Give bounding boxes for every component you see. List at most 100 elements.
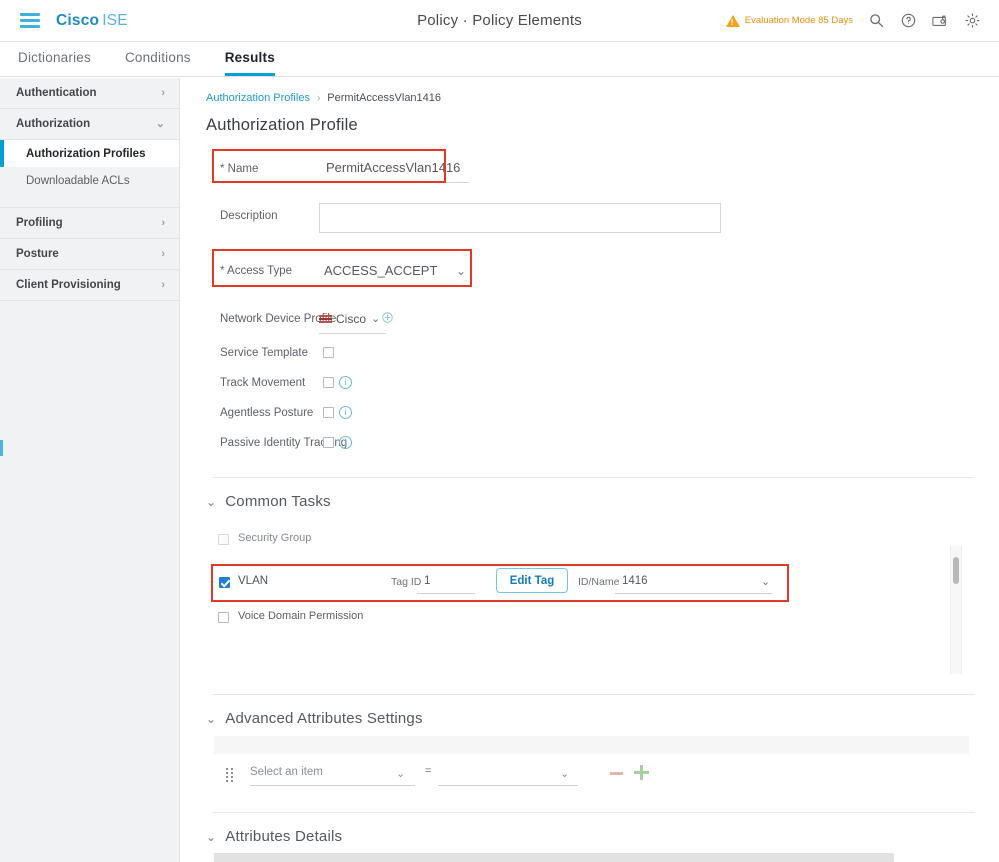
sidebar-item-authentication[interactable]: Authentication › [0, 78, 179, 109]
service-template-checkbox[interactable] [323, 347, 334, 358]
chevron-down-icon: ⌄ [206, 829, 217, 844]
advanced-attributes-title: Advanced Attributes Settings [225, 710, 423, 727]
page-title: Authorization Profile [206, 116, 358, 134]
security-group-checkbox[interactable] [218, 534, 229, 545]
breadcrumb-current: PermitAccessVlan1416 [327, 92, 442, 104]
name-label: * Name [220, 163, 259, 175]
chevron-right-icon: › [161, 86, 165, 99]
minus-icon[interactable] [610, 772, 623, 775]
name-field-row: * Name [206, 149, 999, 185]
id-name-label: ID/Name [578, 576, 620, 588]
access-type-label: * Access Type [220, 265, 293, 277]
brand-logo[interactable]: Cisco ISE [56, 12, 128, 30]
advanced-attribute-row: Select an item ⌄ = ⌄ [206, 762, 999, 796]
vlan-row: VLAN Tag ID Edit Tag ID/Name ⌄ [206, 564, 999, 604]
attribute-select-placeholder[interactable]: Select an item [250, 766, 323, 778]
advanced-attributes-header-bar [214, 736, 969, 754]
network-device-profile-underline [319, 333, 386, 334]
tag-id-input[interactable] [422, 574, 464, 588]
divider [212, 694, 975, 695]
evaluation-mode-text: Evaluation Mode 85 Days [744, 15, 853, 26]
description-textarea[interactable] [319, 203, 721, 233]
chevron-down-icon[interactable]: ⌄ [560, 767, 569, 780]
chevron-right-icon: › [161, 247, 165, 260]
service-template-label: Service Template [220, 347, 308, 359]
sidebar-item-authorization[interactable]: Authorization ⌄ [0, 109, 179, 140]
drag-handle-icon[interactable] [226, 768, 234, 782]
sidebar-item-label: Client Provisioning [16, 279, 121, 291]
evaluation-mode-badge[interactable]: Evaluation Mode 85 Days [725, 14, 853, 27]
sidebar-item-authorization-profiles[interactable]: Authorization Profiles [0, 140, 179, 167]
help-icon[interactable] [899, 12, 917, 30]
tab-conditions[interactable]: Conditions [125, 50, 191, 76]
cisco-device-icon [319, 315, 332, 323]
chevron-down-icon: ⌄ [155, 117, 165, 130]
attributes-details-header[interactable]: ⌄ Attributes Details [206, 828, 999, 845]
sidebar-item-label: Authorization [16, 118, 91, 130]
passive-identity-tracking-checkbox[interactable] [323, 437, 334, 448]
add-circle-icon[interactable] [382, 312, 393, 323]
name-input-underline [319, 182, 469, 183]
attributes-details-panel: Access Type = ACCESS_ACCEPT Tunnel-Priva… [214, 853, 894, 862]
vlan-checkbox[interactable] [219, 577, 230, 588]
agentless-posture-checkbox[interactable] [323, 407, 334, 418]
info-icon[interactable]: i [339, 406, 352, 419]
gear-icon[interactable] [963, 12, 981, 30]
chevron-down-icon[interactable]: ⌄ [761, 575, 770, 588]
tab-results[interactable]: Results [224, 50, 275, 76]
brand-ise-text: ISE [102, 11, 128, 29]
name-input[interactable] [324, 159, 469, 176]
network-device-profile-row: Network Device Profile Cisco ⌄ [206, 309, 999, 335]
plus-icon[interactable] [634, 765, 649, 780]
chevron-right-icon: › [316, 92, 321, 104]
tab-dictionaries[interactable]: Dictionaries [18, 50, 91, 76]
voice-domain-permission-checkbox[interactable] [218, 612, 229, 623]
track-movement-row: Track Movement i [206, 374, 999, 395]
description-label: Description [220, 210, 278, 222]
sidebar-spacer [0, 194, 179, 208]
attribute-value-underline [438, 785, 578, 786]
access-type-value[interactable]: ACCESS_ACCEPT [324, 263, 437, 278]
chevron-down-icon: ⌄ [206, 711, 217, 726]
sidebar-item-client-provisioning[interactable]: Client Provisioning › [0, 270, 179, 301]
security-group-label: Security Group [238, 532, 312, 544]
id-name-underline [615, 593, 772, 594]
chevron-down-icon[interactable]: ⌄ [396, 767, 405, 780]
agentless-posture-row: Agentless Posture i [206, 404, 999, 425]
network-device-profile-value[interactable]: Cisco [336, 312, 366, 326]
advanced-attributes-header[interactable]: ⌄ Advanced Attributes Settings [206, 710, 999, 727]
top-bar-actions: Evaluation Mode 85 Days [725, 12, 981, 30]
id-name-input[interactable] [620, 574, 740, 588]
chevron-right-icon: › [161, 216, 165, 229]
access-type-row: * Access Type ACCESS_ACCEPT ⌄ [206, 249, 999, 287]
breadcrumb-link-authorization-profiles[interactable]: Authorization Profiles [206, 92, 310, 104]
main-content: Authorization Profiles › PermitAccessVla… [180, 78, 999, 862]
voice-domain-permission-label: Voice Domain Permission [238, 610, 364, 622]
agentless-posture-label: Agentless Posture [220, 407, 314, 419]
info-icon[interactable]: i [339, 376, 352, 389]
tag-id-label: Tag ID [391, 576, 422, 588]
sidebar-item-posture[interactable]: Posture › [0, 239, 179, 270]
sidebar-item-profiling[interactable]: Profiling › [0, 208, 179, 239]
track-movement-checkbox[interactable] [323, 377, 334, 388]
sidebar-item-label: Profiling [16, 217, 63, 229]
tab-strip: Dictionaries Conditions Results [0, 42, 999, 77]
chevron-right-icon: › [161, 278, 165, 291]
edit-tag-button[interactable]: Edit Tag [496, 568, 568, 593]
common-tasks-header[interactable]: ⌄ Common Tasks [206, 493, 999, 510]
attribute-select-underline [250, 785, 415, 786]
sidebar-subitem-label: Downloadable ACLs [26, 174, 130, 187]
security-group-row: Security Group [206, 532, 999, 554]
search-icon[interactable] [867, 12, 885, 30]
info-icon[interactable]: i [339, 436, 352, 449]
chevron-down-icon[interactable]: ⌄ [456, 264, 466, 278]
sidebar-item-label: Authentication [16, 87, 97, 99]
sidebar-item-downloadable-acls[interactable]: Downloadable ACLs [0, 167, 179, 194]
hamburger-icon[interactable] [20, 13, 40, 28]
chevron-down-icon[interactable]: ⌄ [371, 312, 380, 325]
passive-identity-tracking-row: Passive Identity Tracking i [206, 434, 999, 455]
notification-icon[interactable] [931, 12, 949, 30]
track-movement-label: Track Movement [220, 377, 306, 389]
sidebar-subitem-label: Authorization Profiles [26, 147, 146, 160]
vlan-label: VLAN [238, 575, 269, 587]
